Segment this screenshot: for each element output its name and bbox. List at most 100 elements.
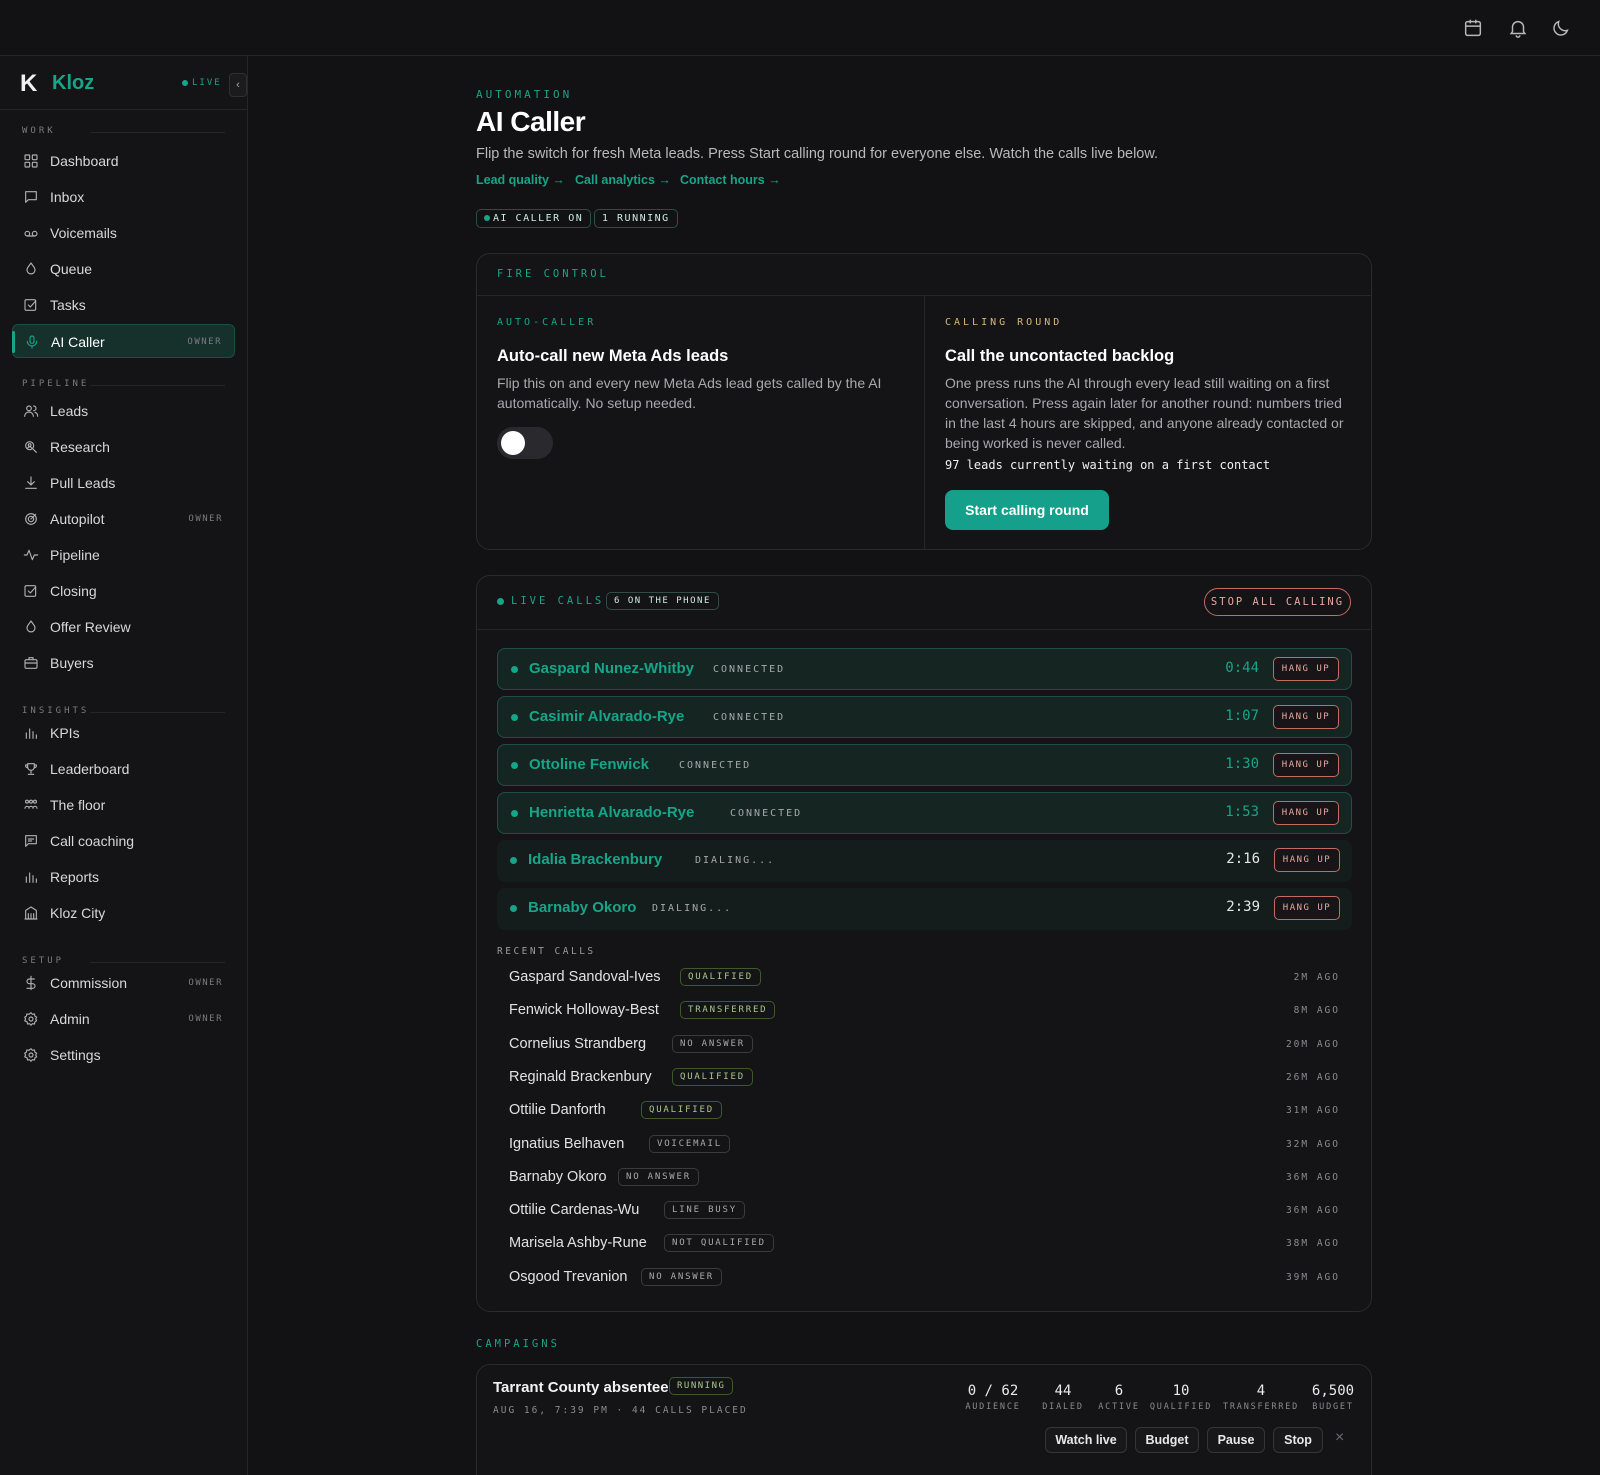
sidebar-item-voicemails[interactable]: Voicemails: [12, 216, 235, 250]
caller-name[interactable]: Idalia Brackenbury: [528, 851, 662, 868]
recent-call-row[interactable]: Fenwick Holloway-Best TRANSFERRED 8M AGO: [509, 998, 1352, 1024]
download-icon: [25, 476, 37, 489]
sidebar-item-label: Queue: [50, 261, 93, 277]
on-phone-count-chip: 6 ON THE PHONE: [606, 592, 719, 610]
stat-active: 6 ACTIVE: [1093, 1383, 1145, 1412]
call-time-ago: 36M AGO: [1285, 1205, 1340, 1217]
close-icon[interactable]: ×: [1335, 1429, 1344, 1447]
call-outcome-badge: NO ANSWER: [672, 1034, 753, 1053]
recent-call-row[interactable]: Ignatius Belhaven VOICEMAIL 32M AGO: [509, 1132, 1352, 1158]
sidebar-item-buyers[interactable]: Buyers: [12, 646, 235, 680]
auto-caller-toggle[interactable]: [497, 427, 553, 459]
call-outcome-badge: QUALIFIED: [641, 1101, 722, 1120]
recent-call-row[interactable]: Marisela Ashby-Rune NOT QUALIFIED 38M AGO: [509, 1231, 1352, 1257]
brand-header: K Kloz LIVE ‹: [0, 56, 247, 110]
caller-name: Ottilie Cardenas-Wu: [509, 1202, 640, 1219]
call-outcome-badge: NOT QUALIFIED: [664, 1234, 774, 1253]
hang-up-button[interactable]: HANG UP: [1274, 896, 1340, 920]
sidebar-collapse-button[interactable]: ‹: [229, 73, 247, 97]
sidebar-item-label: Dashboard: [50, 153, 119, 169]
stat-qualified: 10 QUALIFIED: [1149, 1383, 1213, 1412]
sidebar-item-commission[interactable]: Commission OWNER: [12, 966, 235, 1000]
caller-name[interactable]: Gaspard Nunez-Whitby: [529, 660, 694, 677]
recent-call-row[interactable]: Osgood Trevanion NO ANSWER 39M AGO: [509, 1265, 1352, 1291]
recent-call-row[interactable]: Barnaby Okoro NO ANSWER 36M AGO: [509, 1165, 1352, 1191]
stop-all-calling-button[interactable]: STOP ALL CALLING: [1204, 588, 1351, 616]
hang-up-button[interactable]: HANG UP: [1273, 705, 1339, 729]
sidebar-item-admin[interactable]: Admin OWNER: [12, 1002, 235, 1036]
start-calling-round-button[interactable]: Start calling round: [945, 490, 1109, 530]
role-badge: OWNER: [188, 514, 223, 524]
sidebar-item-closing[interactable]: Closing: [12, 574, 235, 608]
status-dot: [511, 762, 518, 769]
ai-caller-status-chip: AI CALLER ON: [476, 209, 592, 228]
call-time-ago: 38M AGO: [1285, 1238, 1340, 1250]
sidebar-item-settings[interactable]: Settings: [12, 1038, 235, 1072]
sidebar-item-leaderboard[interactable]: Leaderboard: [12, 752, 235, 786]
sidebar-item-label: Call coaching: [50, 833, 135, 849]
moon-icon[interactable]: [1550, 17, 1572, 39]
call-time-ago: 36M AGO: [1285, 1171, 1340, 1183]
sidebar-item-the-floor[interactable]: The floor: [12, 788, 235, 822]
sidebar-item-queue[interactable]: Queue: [12, 252, 235, 286]
budget-button[interactable]: Budget: [1135, 1427, 1199, 1453]
divider: [90, 385, 225, 386]
page-header: AUTOMATION AI Caller Flip the switch for…: [476, 88, 1372, 238]
sidebar-item-autopilot[interactable]: Autopilot OWNER: [12, 502, 235, 536]
call-time-ago: 32M AGO: [1285, 1138, 1340, 1150]
watch-live-button[interactable]: Watch live: [1045, 1427, 1127, 1453]
call-timer: 1:30: [1225, 756, 1259, 772]
hang-up-button[interactable]: HANG UP: [1273, 657, 1339, 681]
sidebar-item-reports[interactable]: Reports: [12, 860, 235, 894]
hang-up-button[interactable]: HANG UP: [1274, 848, 1340, 872]
sidebar-item-ai-caller[interactable]: AI Caller OWNER: [12, 324, 235, 358]
call-time-ago: 26M AGO: [1285, 1071, 1340, 1083]
sidebar-item-label: Voicemails: [50, 225, 117, 241]
recent-call-row[interactable]: Cornelius Strandberg NO ANSWER 20M AGO: [509, 1032, 1352, 1058]
stat-value: 0 / 62: [967, 1383, 1019, 1399]
sidebar-item-call-coaching[interactable]: Call coaching: [12, 824, 235, 858]
recent-call-row[interactable]: Ottilie Danforth QUALIFIED 31M AGO: [509, 1098, 1352, 1124]
campaign-card: Tarrant County absentee RUNNING AUG 16, …: [476, 1364, 1372, 1475]
recent-call-row[interactable]: Gaspard Sandoval-Ives QUALIFIED 2M AGO: [509, 965, 1352, 991]
call-time-ago: 39M AGO: [1285, 1271, 1340, 1283]
role-badge: OWNER: [188, 978, 223, 988]
hang-up-button[interactable]: HANG UP: [1273, 753, 1339, 777]
sidebar-item-dashboard[interactable]: Dashboard: [12, 144, 235, 178]
bell-icon[interactable]: [1507, 17, 1529, 39]
sidebar-item-research[interactable]: Research: [12, 430, 235, 464]
sidebar-item-kloz-city[interactable]: Kloz City: [12, 896, 235, 930]
toggle-knob: [501, 431, 525, 455]
sidebar-item-tasks[interactable]: Tasks: [12, 288, 235, 322]
sidebar-item-inbox[interactable]: Inbox: [12, 180, 235, 214]
pause-button[interactable]: Pause: [1207, 1427, 1265, 1453]
recent-call-row[interactable]: Reginald Brackenbury QUALIFIED 26M AGO: [509, 1065, 1352, 1091]
sidebar-item-kpis[interactable]: KPIs: [12, 716, 235, 750]
caller-name: Gaspard Sandoval-Ives: [509, 969, 661, 985]
call-time-ago: 2M AGO: [1293, 972, 1340, 983]
caller-name[interactable]: Barnaby Okoro: [528, 899, 636, 916]
caller-name[interactable]: Henrietta Alvarado-Rye: [529, 804, 694, 821]
calendar-icon[interactable]: [1462, 17, 1484, 39]
team-icon: [24, 799, 38, 809]
campaign-status-badge: RUNNING: [669, 1377, 734, 1395]
stat-value: 44: [1054, 1383, 1072, 1399]
sidebar-item-leads[interactable]: Leads: [12, 394, 235, 428]
recent-calls-label: RECENT CALLS: [497, 946, 596, 957]
stat-audience: 0 / 62 AUDIENCE: [963, 1383, 1023, 1412]
caller-name[interactable]: Casimir Alvarado-Rye: [529, 708, 684, 725]
hang-up-button[interactable]: HANG UP: [1273, 801, 1339, 825]
recent-call-row[interactable]: Ottilie Cardenas-Wu LINE BUSY 36M AGO: [509, 1198, 1352, 1224]
link-contact-hours[interactable]: Contact hours →: [680, 173, 781, 187]
sidebar-item-offer-review[interactable]: Offer Review: [12, 610, 235, 644]
link-lead-quality[interactable]: Lead quality →: [476, 173, 565, 187]
card-title: Auto-call new Meta Ads leads: [497, 347, 729, 365]
auto-caller-card: AUTO-CALLER Auto-call new Meta Ads leads…: [497, 296, 907, 546]
section-label-pipeline: PIPELINE: [22, 379, 90, 389]
stop-button[interactable]: Stop: [1273, 1427, 1323, 1453]
sidebar-item-pipeline[interactable]: Pipeline: [12, 538, 235, 572]
caller-name[interactable]: Ottoline Fenwick: [529, 756, 649, 773]
link-call-analytics[interactable]: Call analytics →: [575, 173, 671, 187]
sidebar-item-pull-leads[interactable]: Pull Leads: [12, 466, 235, 500]
live-call-row: Casimir Alvarado-Rye CONNECTED 1:07 HANG UP: [497, 696, 1352, 738]
